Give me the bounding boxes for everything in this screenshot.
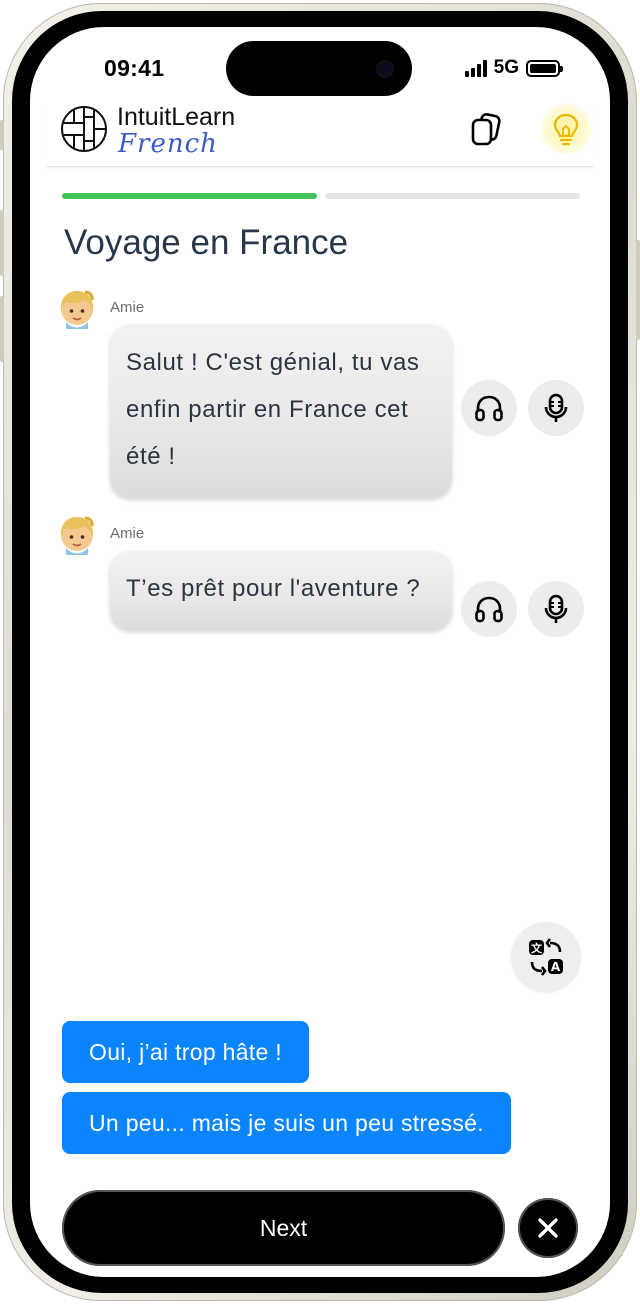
brand-name: IntuitLearn — [117, 103, 236, 131]
close-button[interactable] — [518, 1198, 578, 1258]
message-bubble: T’es prêt pour l'aventure ? — [110, 551, 452, 630]
translate-icon: 文 A — [529, 938, 563, 976]
cards-icon[interactable] — [466, 109, 506, 149]
close-icon — [538, 1218, 558, 1238]
side-button — [0, 120, 4, 150]
app-header: IntuitLearn French — [46, 99, 594, 167]
chat-message: Amie T’es prêt pour l'aventure ? — [58, 515, 588, 675]
svg-text:A: A — [551, 960, 561, 974]
translate-button[interactable]: 文 A — [511, 922, 581, 992]
next-button[interactable]: Next — [62, 1190, 505, 1266]
side-button — [636, 240, 640, 340]
speaker-name: Amie — [110, 299, 145, 316]
brand-language: French — [118, 129, 218, 159]
listen-button[interactable] — [461, 380, 517, 436]
progress-segment-done — [62, 193, 317, 199]
headphones-icon — [475, 596, 503, 623]
dynamic-island — [226, 41, 412, 96]
app-screen: 09:41 5G IntuitLearn French Voyage en Fr… — [30, 27, 610, 1277]
network-label: 5G — [493, 57, 519, 78]
status-indicators: 5G — [464, 57, 563, 79]
svg-text:文: 文 — [531, 941, 543, 955]
message-bubble: Salut ! C'est génial, tu vas enfin parti… — [110, 325, 452, 498]
response-choice[interactable]: Un peu... mais je suis un peu stressé. — [62, 1092, 511, 1154]
status-time: 09:41 — [104, 55, 165, 81]
microphone-icon — [544, 594, 568, 623]
avatar-icon — [60, 290, 94, 329]
battery-icon — [526, 59, 563, 77]
signal-icon — [464, 59, 487, 77]
avatar-icon — [60, 516, 94, 555]
side-button — [0, 296, 4, 362]
microphone-icon — [544, 393, 568, 422]
speaker-name: Amie — [110, 525, 145, 542]
response-choice[interactable]: Oui, j’ai trop hâte ! — [62, 1021, 309, 1083]
speak-button[interactable] — [528, 581, 584, 637]
listen-button[interactable] — [461, 581, 517, 637]
lightbulb-icon[interactable] — [540, 103, 592, 155]
camera-icon — [378, 62, 392, 76]
page-title: Voyage en France — [64, 223, 349, 262]
logo-grid-icon — [61, 106, 107, 152]
chat-message: Amie Salut ! C'est génial, tu vas enfin … — [58, 289, 588, 499]
lesson-progress — [62, 193, 580, 199]
speak-button[interactable] — [528, 380, 584, 436]
progress-segment-pending — [325, 193, 580, 199]
headphones-icon — [475, 395, 503, 422]
side-button — [0, 210, 4, 276]
